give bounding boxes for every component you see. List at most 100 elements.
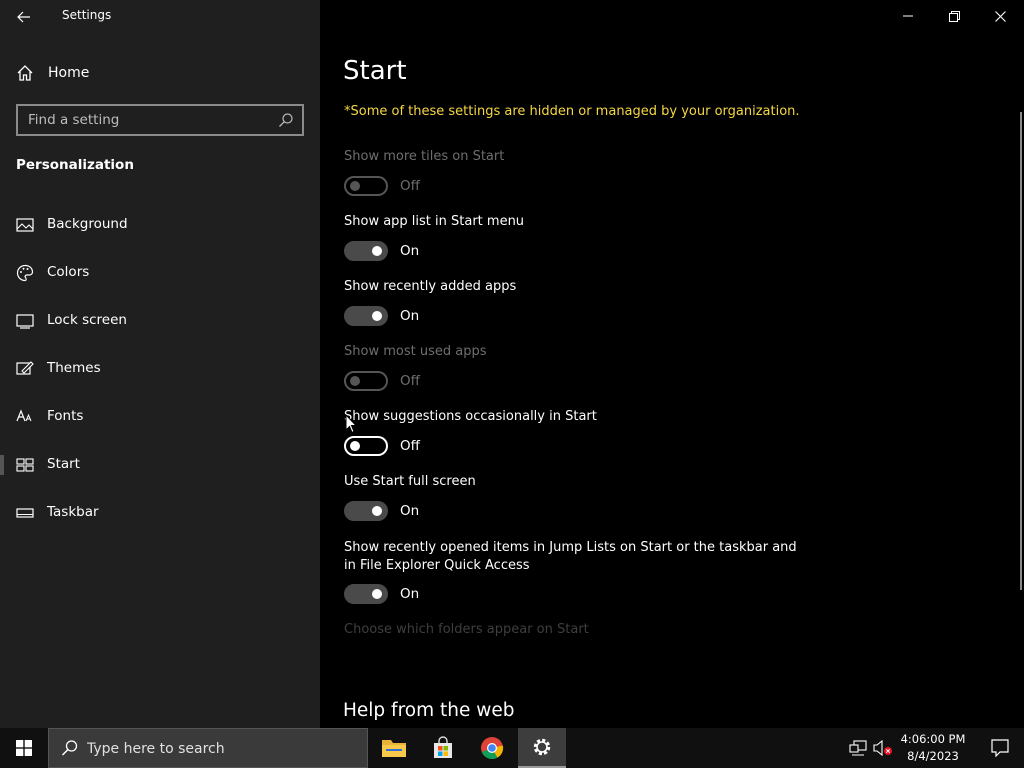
scrollbar[interactable] bbox=[1020, 112, 1022, 590]
sidebar-item-label: Background bbox=[47, 216, 128, 232]
taskbar-search-input[interactable] bbox=[87, 740, 357, 758]
setting-label: Show app list in Start menu bbox=[344, 214, 525, 229]
toggle-knob bbox=[372, 506, 382, 516]
toggle-knob bbox=[372, 589, 382, 599]
back-button[interactable] bbox=[12, 6, 36, 28]
speaker-muted-icon bbox=[873, 740, 892, 756]
sidebar-item-colors[interactable]: Colors bbox=[0, 253, 320, 293]
clock-date: 8/4/2023 bbox=[907, 749, 959, 763]
sidebar-item-start[interactable]: Start bbox=[0, 445, 320, 485]
sidebar-item-label: Start bbox=[47, 456, 80, 472]
toggle-knob bbox=[372, 311, 382, 321]
setting-show-recently-added: Show recently added apps On bbox=[344, 278, 804, 326]
file-explorer-button[interactable] bbox=[370, 728, 418, 768]
themes-icon bbox=[16, 361, 34, 375]
clock-time: 4:06:00 PM bbox=[900, 732, 966, 746]
toggle-state: Off bbox=[400, 373, 420, 389]
show-more-tiles-toggle[interactable] bbox=[344, 176, 388, 196]
taskbar-icon bbox=[16, 508, 34, 518]
show-suggestions-toggle[interactable] bbox=[344, 436, 388, 456]
show-recently-added-toggle[interactable] bbox=[344, 306, 388, 326]
sidebar-item-label: Colors bbox=[47, 264, 90, 280]
toggle-row: Off bbox=[344, 175, 420, 197]
taskbar: 4:06:00 PM 8/4/2023 bbox=[0, 728, 1024, 768]
start-icon bbox=[16, 458, 34, 472]
back-arrow-icon bbox=[17, 11, 30, 23]
find-setting-input[interactable] bbox=[28, 111, 268, 129]
toggle-row: On bbox=[344, 240, 419, 262]
sidebar-home[interactable]: Home bbox=[16, 62, 89, 84]
find-setting-box[interactable] bbox=[16, 104, 304, 136]
setting-jump-lists: Show recently opened items in Jump Lists… bbox=[344, 539, 804, 604]
mouse-cursor-icon bbox=[345, 414, 357, 434]
start-button[interactable] bbox=[0, 728, 48, 768]
sidebar-item-label: Lock screen bbox=[47, 312, 127, 328]
store-bag-icon bbox=[434, 736, 452, 758]
close-icon bbox=[994, 10, 1006, 22]
settings-app-button[interactable] bbox=[518, 728, 566, 768]
sidebar-item-fonts[interactable]: Fonts bbox=[0, 397, 320, 437]
setting-label: Show most used apps bbox=[344, 344, 487, 359]
setting-show-app-list: Show app list in Start menu On bbox=[344, 213, 804, 261]
toggle-knob bbox=[350, 441, 360, 451]
toggle-state: On bbox=[400, 308, 420, 324]
sidebar: Settings Home Personalization Background… bbox=[0, 0, 320, 728]
setting-label: Show recently opened items in Jump Lists… bbox=[344, 540, 797, 573]
notification-icon bbox=[991, 739, 1009, 757]
image-icon bbox=[16, 218, 34, 232]
setting-label: Show recently added apps bbox=[344, 279, 517, 294]
app-title: Settings bbox=[62, 8, 112, 22]
setting-label: Show more tiles on Start bbox=[344, 149, 505, 164]
lock-screen-icon bbox=[16, 314, 34, 329]
sidebar-home-label: Home bbox=[48, 65, 90, 81]
setting-full-screen: Use Start full screen On bbox=[344, 473, 804, 521]
setting-show-most-used: Show most used apps Off bbox=[344, 343, 804, 391]
content-pane: Start *Some of these settings are hidden… bbox=[320, 0, 1024, 728]
full-screen-toggle[interactable] bbox=[344, 501, 388, 521]
jump-lists-toggle[interactable] bbox=[344, 584, 388, 604]
action-center-button[interactable] bbox=[976, 728, 1024, 768]
search-icon[interactable] bbox=[278, 112, 294, 128]
home-icon bbox=[17, 65, 33, 81]
show-app-list-toggle[interactable] bbox=[344, 241, 388, 261]
choose-folders-link: Choose which folders appear on Start bbox=[344, 622, 589, 637]
sidebar-item-taskbar[interactable]: Taskbar bbox=[0, 493, 320, 533]
organization-note: *Some of these settings are hidden or ma… bbox=[344, 104, 800, 119]
toggle-row: On bbox=[344, 305, 419, 327]
setting-label: Show suggestions occasionally in Start bbox=[344, 409, 597, 424]
sidebar-item-lock-screen[interactable]: Lock screen bbox=[0, 301, 320, 341]
toggle-knob bbox=[350, 376, 360, 386]
chrome-button[interactable] bbox=[468, 728, 516, 768]
setting-label: Use Start full screen bbox=[344, 474, 476, 489]
section-title: Personalization bbox=[16, 157, 134, 173]
system-clock[interactable]: 4:06:00 PM 8/4/2023 bbox=[896, 731, 970, 765]
network-icon[interactable] bbox=[848, 738, 868, 758]
volume-muted-icon[interactable] bbox=[873, 738, 893, 758]
windows-logo-icon bbox=[16, 740, 32, 756]
minimize-button[interactable] bbox=[888, 4, 928, 28]
microsoft-store-button[interactable] bbox=[419, 728, 467, 768]
sidebar-item-themes[interactable]: Themes bbox=[0, 349, 320, 389]
toggle-state: Off bbox=[400, 438, 420, 454]
toggle-row: Off bbox=[344, 435, 420, 457]
chrome-icon bbox=[481, 737, 504, 760]
palette-icon bbox=[16, 264, 34, 282]
setting-show-more-tiles: Show more tiles on Start Off bbox=[344, 148, 804, 196]
help-section-title: Help from the web bbox=[343, 700, 515, 721]
sidebar-item-background[interactable]: Background bbox=[0, 205, 320, 245]
page-title: Start bbox=[343, 56, 407, 86]
sidebar-item-label: Taskbar bbox=[47, 504, 99, 520]
close-button[interactable] bbox=[980, 4, 1020, 28]
selected-indicator bbox=[0, 455, 4, 475]
sidebar-item-label: Fonts bbox=[47, 408, 84, 424]
show-most-used-toggle[interactable] bbox=[344, 371, 388, 391]
restore-icon bbox=[948, 10, 960, 22]
taskbar-search-box[interactable] bbox=[48, 728, 368, 768]
folder-icon bbox=[382, 740, 406, 757]
search-icon bbox=[61, 740, 78, 756]
toggle-row: On bbox=[344, 583, 419, 605]
fonts-icon bbox=[16, 409, 32, 422]
restore-button[interactable] bbox=[934, 4, 974, 28]
toggle-state: Off bbox=[400, 178, 420, 194]
toggle-knob bbox=[350, 181, 360, 191]
